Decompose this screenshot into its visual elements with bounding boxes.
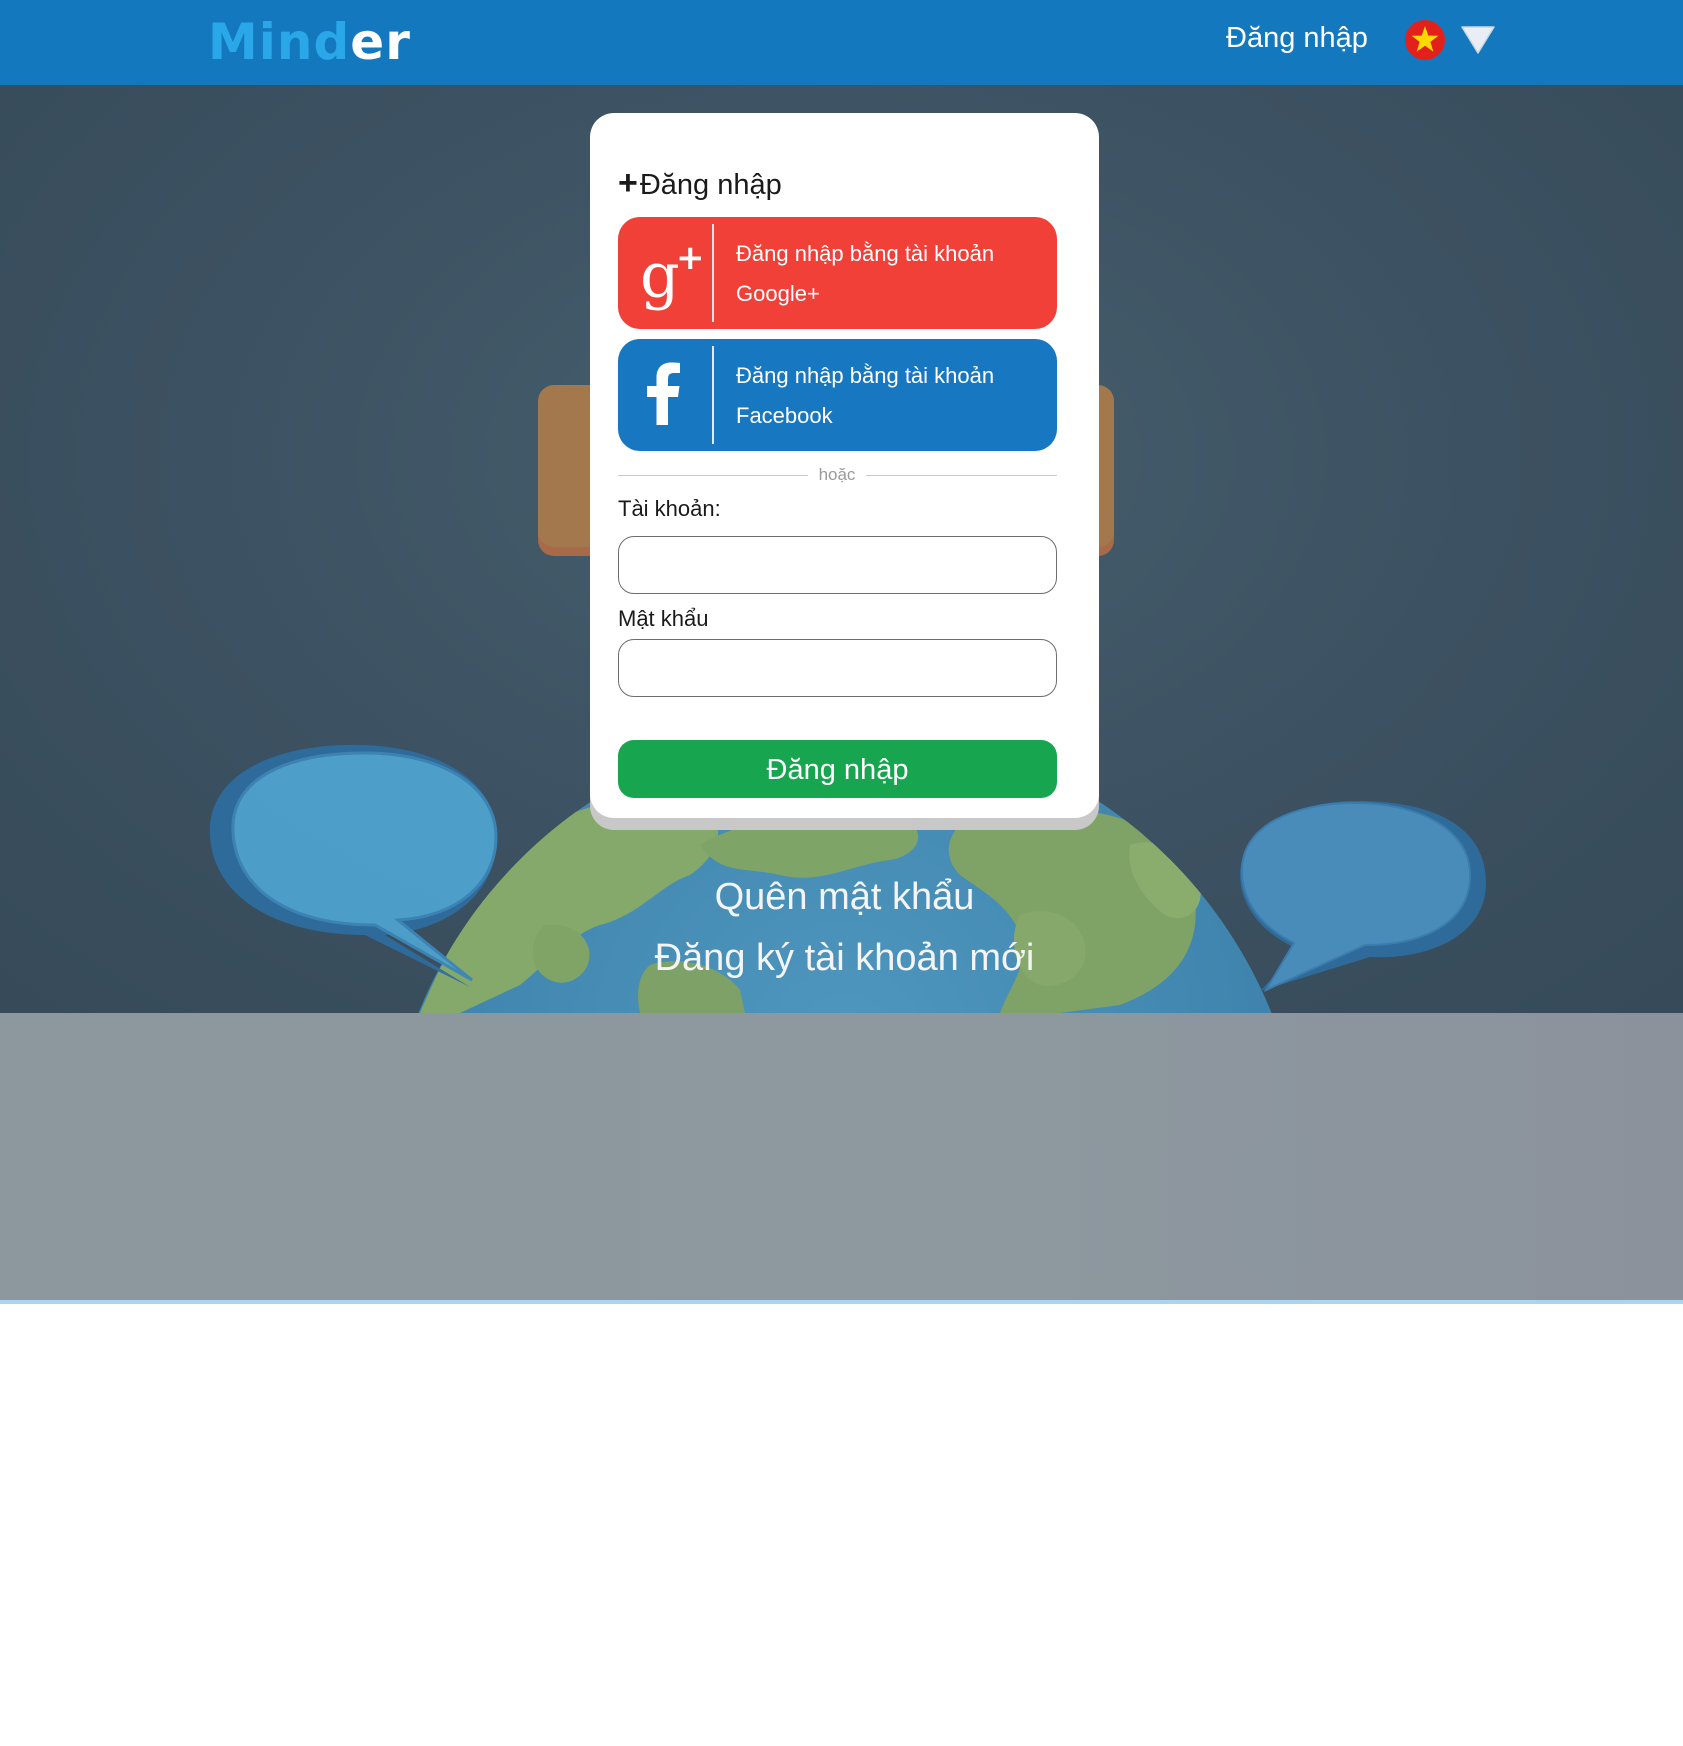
- or-separator: hoặc: [618, 463, 1057, 487]
- facebook-icon: [647, 362, 680, 425]
- page: Minder Đăng nhập Quên mật khẩu Đăng ký t…: [0, 0, 1683, 1746]
- separator-text: hoặc: [818, 465, 856, 484]
- login-card: +Đăng nhập g + Đăng nhập bằng tài khoản …: [590, 113, 1099, 818]
- google-login-label: Đăng nhập bằng tài khoản Google+: [736, 241, 995, 306]
- register-link[interactable]: Đăng ký tài khoản mới: [3, 934, 1683, 982]
- logo[interactable]: Minder: [208, 12, 411, 72]
- facebook-login-label: Đăng nhập bằng tài khoản Facebook: [736, 363, 995, 428]
- plus-icon: +: [618, 164, 638, 202]
- login-card-title: +Đăng nhập: [618, 163, 782, 205]
- logo-part-er: er: [350, 13, 411, 71]
- separator-line-left: [618, 475, 808, 476]
- header-login-link[interactable]: Đăng nhập: [1226, 18, 1368, 58]
- forgot-password-link[interactable]: Quên mật khẩu: [3, 873, 1683, 921]
- google-button-divider: [712, 224, 714, 322]
- vietnam-flag-icon[interactable]: [1404, 19, 1446, 61]
- login-submit-button[interactable]: Đăng nhập: [618, 740, 1057, 798]
- facebook-login-button[interactable]: Đăng nhập bằng tài khoản Facebook: [618, 339, 1057, 451]
- top-navbar: Minder Đăng nhập: [0, 0, 1683, 86]
- username-label: Tài khoản:: [618, 496, 721, 521]
- footer-band: [0, 1013, 1683, 1304]
- google-login-button[interactable]: g + Đăng nhập bằng tài khoản Google+: [618, 217, 1057, 329]
- username-input[interactable]: [618, 536, 1057, 594]
- google-plus-icon: g +: [640, 238, 705, 312]
- login-card-title-text: Đăng nhập: [639, 169, 782, 201]
- password-input[interactable]: [618, 639, 1057, 697]
- logo-part-mind: Mind: [208, 13, 351, 71]
- svg-text:+: +: [676, 238, 705, 278]
- password-label: Mật khẩu: [618, 606, 709, 631]
- triangle-down-icon[interactable]: [1459, 23, 1497, 57]
- facebook-button-divider: [712, 346, 714, 444]
- svg-text:g: g: [640, 239, 680, 312]
- separator-line-right: [866, 475, 1057, 476]
